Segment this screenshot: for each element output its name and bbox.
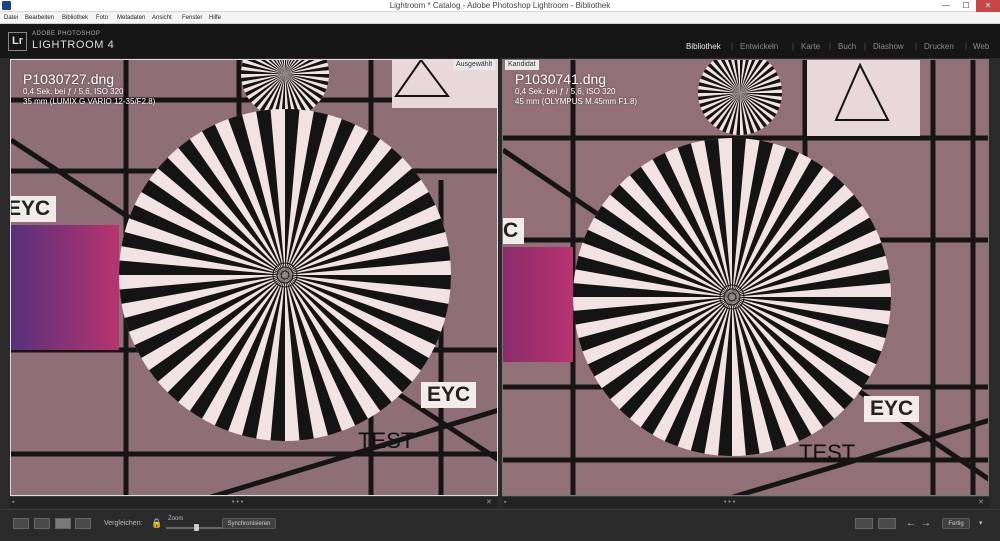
- done-button[interactable]: Fertig: [942, 518, 970, 529]
- app-header: Lr ADOBE PHOTOSHOP LIGHTROOM 4 Bibliothe…: [0, 24, 1000, 58]
- survey-view-icon[interactable]: [75, 518, 91, 529]
- pane-left-scroll-icon[interactable]: • • •: [232, 497, 243, 508]
- close-button[interactable]: ✕: [976, 0, 1000, 12]
- select-tag: Ausgewählt: [453, 60, 496, 70]
- swap-icon[interactable]: [855, 518, 873, 529]
- lens-left: 35 mm (LUMIX G VARIO 12-35/F2.8): [23, 97, 156, 106]
- compare-label: Vergleichen:: [104, 520, 143, 527]
- pane-footer-right: ▪ • • • ✕: [502, 496, 989, 508]
- menu-file[interactable]: Datei: [4, 12, 18, 24]
- window-titlebar: Lightroom * Catalog - Adobe Photoshop Li…: [0, 0, 1000, 12]
- filename-left: P1030727.dng: [23, 71, 115, 87]
- grid-view-icon[interactable]: [13, 518, 29, 529]
- zoom-slider-handle[interactable]: [194, 524, 199, 531]
- module-separator: |: [731, 42, 734, 51]
- make-select-icon[interactable]: [878, 518, 896, 529]
- module-separator: |: [864, 42, 867, 51]
- pane-right-scroll-icon[interactable]: • • •: [724, 497, 735, 508]
- zoom-label: Zoom: [168, 516, 184, 522]
- compare-view-icon[interactable]: [55, 518, 71, 529]
- menu-library[interactable]: Bibliothek: [62, 12, 88, 24]
- candidate-tag: Kandidat: [505, 60, 539, 70]
- loupe-view-icon[interactable]: [34, 518, 50, 529]
- pane-left-handle-icon[interactable]: ▪: [12, 497, 14, 508]
- next-arrow-icon[interactable]: →: [921, 518, 931, 529]
- module-develop[interactable]: Entwickeln: [740, 42, 778, 51]
- menu-window[interactable]: Fenster: [182, 12, 202, 24]
- photo-info-left: P1030727.dng 0,4 Sek. bei ƒ / 5,6, ISO 3…: [23, 71, 155, 107]
- lightroom-logo-icon: Lr: [8, 32, 27, 51]
- menu-bar: Datei Bearbeiten Bibliothek Foto Metadat…: [0, 12, 1000, 24]
- lock-icon[interactable]: 🔒: [151, 518, 162, 529]
- chart-label-eyc-bottom-left: EYC: [421, 382, 477, 408]
- chart-label-eyc-top-left: EYC: [11, 196, 57, 222]
- module-map[interactable]: Karte: [801, 42, 820, 51]
- module-separator: |: [829, 42, 832, 51]
- menu-metadata[interactable]: Metadaten: [117, 12, 145, 24]
- menu-photo[interactable]: Foto: [96, 12, 108, 24]
- compare-toolbar: Vergleichen: 🔒 Zoom Synchronisieren ← → …: [0, 509, 1000, 541]
- chart-label-test-right: TEST: [799, 440, 856, 465]
- menu-view[interactable]: Ansicht: [152, 12, 172, 24]
- module-book[interactable]: Buch: [838, 42, 856, 51]
- module-slideshow[interactable]: Diashow: [873, 42, 904, 51]
- compare-pane-candidate[interactable]: Kandidat P1030741.dng 0,4 Sek. bei ƒ / 5…: [502, 59, 989, 496]
- lens-right: 45 mm (OLYMPUS M.45mm F1.8): [515, 97, 638, 106]
- chart-label-test-left: TEST: [358, 428, 415, 453]
- module-print[interactable]: Drucken: [924, 42, 954, 51]
- menu-edit[interactable]: Bearbeiten: [25, 12, 54, 24]
- maximize-button[interactable]: ☐: [956, 0, 976, 12]
- prev-arrow-icon[interactable]: ←: [906, 518, 916, 529]
- pane-left-close-icon[interactable]: ✕: [486, 497, 492, 508]
- window-title: Lightroom * Catalog - Adobe Photoshop Li…: [389, 1, 611, 10]
- pane-footer-left: ▪ • • • ✕: [10, 496, 498, 508]
- brand-adobe: ADOBE PHOTOSHOP: [32, 31, 101, 37]
- module-web[interactable]: Web: [973, 42, 989, 51]
- compare-pane-select[interactable]: Ausgewählt P1030727.dng 0,4 Sek. bei ƒ /…: [10, 59, 498, 496]
- chart-label-eyc-bottom-right: EYC: [864, 396, 920, 422]
- exposure-left: 0,4 Sek. bei ƒ / 5,6, ISO 320: [23, 87, 124, 96]
- filename-right: P1030741.dng: [515, 71, 607, 87]
- sync-button[interactable]: Synchronisieren: [222, 518, 276, 529]
- test-chart-image-right: [503, 60, 988, 495]
- menu-help[interactable]: Hilfe: [209, 12, 221, 24]
- module-separator: |: [792, 42, 795, 51]
- toolbar-menu-chevron-icon[interactable]: ▾: [979, 518, 983, 529]
- minimize-button[interactable]: —: [936, 0, 956, 12]
- chart-label-eyc-top-right: C: [503, 218, 525, 244]
- pane-right-close-icon[interactable]: ✕: [978, 497, 984, 508]
- brand-product: LIGHTROOM 4: [32, 39, 115, 51]
- photo-info-right: P1030741.dng 0,4 Sek. bei ƒ / 5,6, ISO 3…: [515, 71, 637, 107]
- pane-right-handle-icon[interactable]: ▪: [504, 497, 506, 508]
- test-chart-image-left: [11, 60, 497, 495]
- module-separator: |: [915, 42, 918, 51]
- module-library[interactable]: Bibliothek: [686, 42, 721, 51]
- exposure-right: 0,4 Sek. bei ƒ / 5,6, ISO 320: [515, 87, 616, 96]
- module-separator: |: [965, 42, 968, 51]
